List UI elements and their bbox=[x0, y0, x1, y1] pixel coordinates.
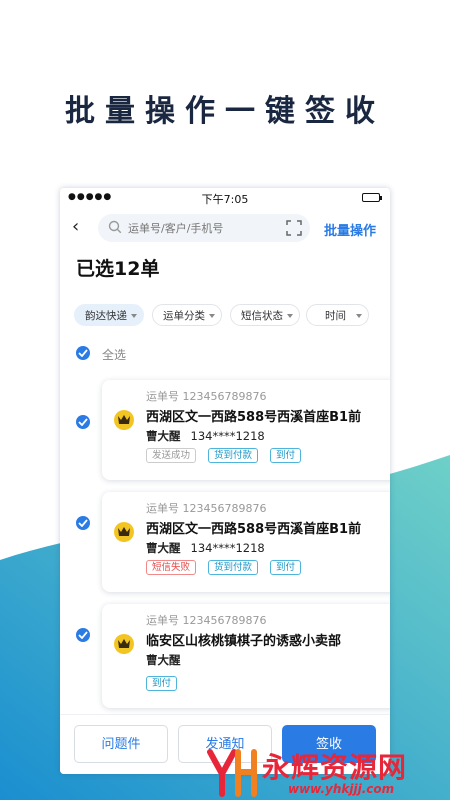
caret-down-icon bbox=[209, 314, 215, 318]
filter-chip-label: 韵达快递 bbox=[85, 310, 127, 322]
search-input[interactable] bbox=[128, 214, 278, 242]
select-all-label: 全选 bbox=[102, 348, 127, 362]
search-box[interactable] bbox=[98, 214, 310, 242]
filter-chip-time[interactable]: 时间 bbox=[306, 304, 369, 326]
filter-chip-courier[interactable]: 韵达快递 bbox=[74, 304, 144, 326]
yunda-logo-icon bbox=[114, 634, 134, 654]
battery-icon bbox=[362, 193, 382, 202]
filter-chip-label: 运单分类 bbox=[163, 310, 205, 322]
order-checkbox[interactable] bbox=[76, 516, 90, 530]
waybill-number: 运单号 123456789876 bbox=[146, 390, 267, 403]
phone-screen: ●●●●● 下午7:05 ‹ 批量操作 已选12单 韵达快递 运单分类 短信状态 bbox=[60, 188, 390, 774]
recipient-name: 曹大醒 bbox=[146, 429, 181, 443]
recipient-info: 曹大醒 bbox=[146, 652, 181, 668]
recipient-name: 曹大醒 bbox=[146, 653, 181, 667]
yunda-logo-icon bbox=[114, 410, 134, 430]
caret-down-icon bbox=[356, 314, 362, 318]
recipient-phone: 134****1218 bbox=[190, 541, 265, 555]
delivery-address: 临安区山核桃镇棋子的诱惑小卖部 bbox=[146, 634, 342, 649]
delivery-address: 西湖区文一西路588号西溪首座B1前 bbox=[146, 522, 362, 537]
collect-tag: 到付 bbox=[270, 448, 302, 463]
selected-count-title: 已选12单 bbox=[76, 258, 160, 280]
caret-down-icon bbox=[287, 314, 293, 318]
select-all-checkbox[interactable] bbox=[76, 346, 90, 360]
order-card[interactable]: 运单号 123456789876 西湖区文一西路588号西溪首座B1前 曹大醒 1… bbox=[102, 380, 390, 480]
caret-down-icon bbox=[131, 314, 137, 318]
order-card[interactable]: 运单号 123456789876 西湖区文一西路588号西溪首座B1前 曹大醒 1… bbox=[102, 492, 390, 592]
problem-parcel-button[interactable]: 问题件 bbox=[74, 725, 168, 763]
waybill-number: 运单号 123456789876 bbox=[146, 502, 267, 515]
recipient-info: 曹大醒 134****1218 bbox=[146, 540, 265, 556]
filter-chip-sms-status[interactable]: 短信状态 bbox=[230, 304, 300, 326]
filter-chip-category[interactable]: 运单分类 bbox=[152, 304, 222, 326]
sms-status-tag: 发送成功 bbox=[146, 448, 197, 463]
page-headline: 批量操作一键签收 bbox=[65, 94, 385, 129]
scan-icon[interactable] bbox=[286, 220, 302, 236]
yunda-logo-icon bbox=[114, 522, 134, 542]
delivery-address: 西湖区文一西路588号西溪首座B1前 bbox=[146, 410, 362, 425]
watermark-logo-icon bbox=[207, 749, 257, 797]
payment-tag: 货到付款 bbox=[208, 560, 259, 575]
collect-tag: 到付 bbox=[270, 560, 302, 575]
watermark-url: www.yhkjjj.com bbox=[288, 782, 395, 796]
order-card[interactable]: 运单号 123456789876 临安区山核桃镇棋子的诱惑小卖部 曹大醒 到付 bbox=[102, 604, 390, 708]
collect-tag: 到付 bbox=[146, 676, 178, 691]
order-checkbox[interactable] bbox=[76, 415, 90, 429]
search-row: ‹ 批量操作 bbox=[60, 212, 390, 246]
watermark: 永辉资源网 www.yhkjjj.com bbox=[196, 742, 450, 800]
waybill-number: 运单号 123456789876 bbox=[146, 614, 267, 627]
status-bar: ●●●●● 下午7:05 bbox=[60, 188, 390, 208]
order-checkbox[interactable] bbox=[76, 628, 90, 642]
recipient-phone: 134****1218 bbox=[190, 429, 265, 443]
payment-tag: 货到付款 bbox=[208, 448, 259, 463]
search-icon bbox=[108, 220, 122, 234]
batch-action-link[interactable]: 批量操作 bbox=[324, 220, 376, 239]
filter-chip-label: 短信状态 bbox=[241, 310, 283, 322]
status-time: 下午7:05 bbox=[201, 193, 249, 206]
recipient-name: 曹大醒 bbox=[146, 541, 181, 555]
filter-chip-label: 时间 bbox=[325, 310, 346, 322]
sms-status-tag: 短信失败 bbox=[146, 560, 197, 575]
recipient-info: 曹大醒 134****1218 bbox=[146, 428, 265, 444]
watermark-text: 永辉资源网 bbox=[262, 751, 408, 784]
back-icon[interactable]: ‹ bbox=[72, 216, 79, 237]
